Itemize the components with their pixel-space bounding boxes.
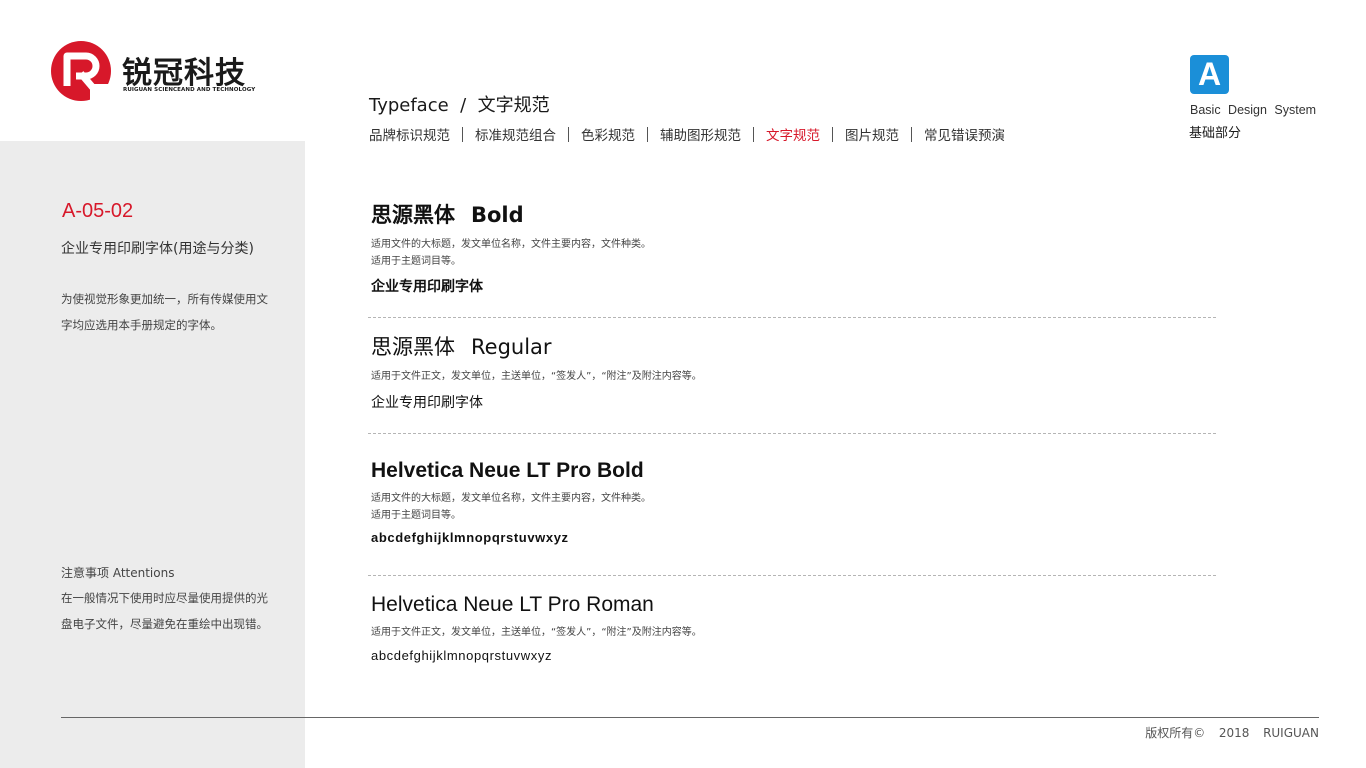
brand-logo: 锐冠科技 RUIGUAN SCIENCEAND AND TECHNOLOGY — [50, 40, 260, 102]
font-usage-line: 适用于文件正文，发文单位，主送单位，“签发人”，“附注”及附注内容等。 — [371, 627, 702, 638]
nav-item-auxiliary-graphics[interactable]: 辅助图形规范 — [660, 124, 741, 144]
font-name: 思源黑体 Regular — [371, 331, 1216, 361]
font-usage: 适用文件的大标题，发文单位名称，文件主要内容，文件种类。 适用于主题词目等。 — [371, 491, 1216, 524]
page-title: Typeface / 文字规范 — [369, 95, 550, 116]
font-name: 思源黑体 Bold — [371, 199, 1216, 229]
nav-item-typeface[interactable]: 文字规范 — [766, 124, 820, 144]
font-spec-source-han-bold: 思源黑体 Bold 适用文件的大标题，发文单位名称，文件主要内容，文件种类。 适用… — [371, 199, 1216, 296]
section-code: A-05-02 — [62, 200, 134, 222]
font-sample: abcdefghijklmnopqrstuvwxyz — [371, 647, 553, 663]
font-sample: abcdefghijklmnopqrstuvwxyz — [371, 530, 569, 545]
attention-body: 在一般情况下使用时应尽量使用提供的光盘电子文件，尽量避免在重绘中出现错。 — [61, 591, 268, 631]
nav-separator — [832, 126, 833, 142]
nav-separator — [462, 126, 463, 142]
badge-title-en: Basic Design System — [1190, 103, 1317, 117]
font-spec-helvetica-bold: Helvetica Neue LT Pro Bold 适用文件的大标题，发文单位… — [371, 459, 1216, 545]
dashed-divider — [368, 433, 1216, 434]
chapter-nav: 品牌标识规范 标准规范组合 色彩规范 辅助图形规范 文字规范 图片规范 常见错误… — [369, 124, 1005, 144]
font-weight-label: Bold — [471, 203, 524, 227]
sidebar-panel — [0, 141, 305, 768]
nav-item-standard-combination[interactable]: 标准规范组合 — [475, 124, 556, 144]
dashed-divider — [368, 317, 1216, 318]
copyright-notice: 版权所有© 2018 RUIGUAN — [1145, 726, 1319, 740]
font-sample: 企业专用印刷字体 — [371, 394, 483, 411]
font-usage: 适用于文件正文，发文单位，主送单位，“签发人”，“附注”及附注内容等。 — [371, 625, 1216, 642]
font-usage: 适用文件的大标题，发文单位名称，文件主要内容，文件种类。 适用于主题词目等。 — [371, 237, 1216, 270]
font-usage-line: 适用于文件正文，发文单位，主送单位，“签发人”，“附注”及附注内容等。 — [371, 371, 702, 382]
nav-item-brand-logo[interactable]: 品牌标识规范 — [369, 124, 450, 144]
section-description: 为使视觉形象更加统一，所有传媒使用文字均应选用本手册规定的字体。 — [61, 292, 268, 332]
font-spec-source-han-regular: 思源黑体 Regular 适用于文件正文，发文单位，主送单位，“签发人”，“附注”… — [371, 331, 1216, 412]
font-name: Helvetica Neue LT Pro Bold — [371, 459, 644, 482]
attention-title: 注意事项 Attentions — [61, 566, 175, 580]
font-name-cn: 思源黑体 — [371, 203, 455, 227]
font-spec-helvetica-roman: Helvetica Neue LT Pro Roman 适用于文件正文，发文单位… — [371, 593, 1216, 663]
footer-rule — [61, 717, 1319, 718]
font-sample: 企业专用印刷字体 — [371, 279, 483, 295]
section-badge-icon: A — [1190, 55, 1229, 94]
badge-title-cn: 基础部分 — [1189, 126, 1242, 141]
ruiguan-logo-icon — [51, 41, 112, 102]
section-title: 企业专用印刷字体(用途与分类) — [61, 241, 254, 257]
brand-name-cn: 锐冠科技 — [122, 56, 246, 91]
nav-item-color[interactable]: 色彩规范 — [581, 124, 635, 144]
nav-separator — [911, 126, 912, 142]
brand-name-en: RUIGUAN SCIENCEAND AND TECHNOLOGY — [123, 87, 256, 93]
nav-separator — [568, 126, 569, 142]
font-usage-line: 适用于主题词目等。 — [371, 509, 461, 521]
nav-item-common-errors[interactable]: 常见错误预演 — [924, 124, 1005, 144]
font-name: Helvetica Neue LT Pro Roman — [371, 593, 654, 616]
font-weight-label: Regular — [471, 335, 552, 359]
font-usage-line: 适用文件的大标题，发文单位名称，文件主要内容，文件种类。 — [371, 239, 651, 250]
font-usage-line: 适用于主题词目等。 — [371, 255, 461, 267]
nav-separator — [647, 126, 648, 142]
font-name-cn: 思源黑体 — [371, 335, 455, 359]
attention-block: 注意事项 Attentions 在一般情况下使用时应尽量使用提供的光盘电子文件，… — [61, 564, 276, 637]
dashed-divider — [368, 575, 1216, 576]
font-usage: 适用于文件正文，发文单位，主送单位，“签发人”，“附注”及附注内容等。 — [371, 369, 1216, 386]
nav-separator — [753, 126, 754, 142]
nav-item-images[interactable]: 图片规范 — [845, 124, 899, 144]
font-usage-line: 适用文件的大标题，发文单位名称，文件主要内容，文件种类。 — [371, 493, 651, 504]
